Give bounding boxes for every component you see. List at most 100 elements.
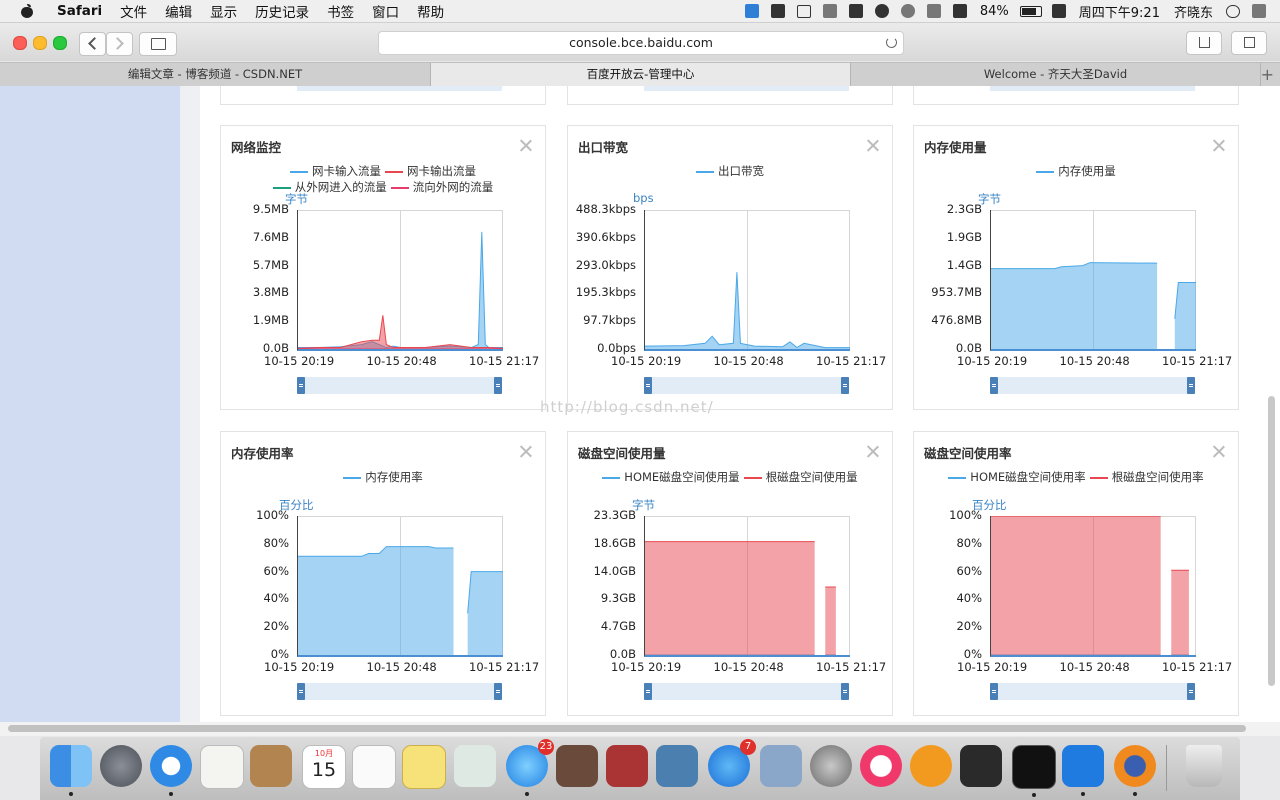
close-window-button[interactable] — [13, 36, 27, 50]
time-range-slider[interactable] — [297, 683, 502, 700]
time-range-slider[interactable] — [990, 377, 1195, 394]
expand-icon[interactable] — [1213, 446, 1224, 457]
messages-icon[interactable]: 23 — [506, 739, 554, 796]
notification-center-icon[interactable] — [1252, 4, 1266, 18]
slider-handle-end[interactable] — [1187, 683, 1195, 700]
time-range-slider[interactable] — [644, 377, 849, 394]
notes-icon[interactable] — [402, 745, 446, 789]
safari-icon[interactable] — [150, 745, 192, 796]
ibooks-icon[interactable] — [910, 745, 952, 787]
slider-handle-start[interactable] — [644, 683, 652, 700]
forward-button[interactable] — [106, 32, 133, 56]
wifi-icon[interactable] — [874, 4, 889, 18]
calendar-icon[interactable]: 10月 15 — [302, 745, 346, 789]
slider-handle-end[interactable] — [841, 683, 849, 700]
horizontal-scroll-thumb[interactable] — [8, 725, 1246, 732]
final-cut-icon[interactable] — [960, 745, 1002, 787]
battery-percent[interactable]: 84% — [980, 4, 1009, 19]
airplay-icon[interactable] — [796, 4, 811, 18]
vertical-scrollbar[interactable] — [1268, 396, 1275, 686]
chart-plot-area[interactable] — [297, 210, 503, 351]
expand-icon[interactable] — [520, 446, 531, 457]
expand-icon[interactable] — [867, 140, 878, 151]
menu-bookmarks[interactable]: 书签 — [327, 1, 354, 21]
itunes-icon[interactable] — [860, 745, 902, 787]
legend-item[interactable]: 根磁盘空间使用率 — [1089, 469, 1204, 485]
slider-handle-end[interactable] — [494, 683, 502, 700]
legend-item[interactable]: 网卡输出流量 — [385, 163, 476, 179]
menu-file[interactable]: 文件 — [120, 1, 147, 21]
tab-baidu-console[interactable]: 百度开放云-管理中心 — [431, 63, 851, 86]
time-range-slider[interactable] — [297, 377, 502, 394]
menu-view[interactable]: 显示 — [210, 1, 237, 21]
expand-icon[interactable] — [520, 140, 531, 151]
menu-window[interactable]: 窗口 — [372, 1, 399, 21]
range-slider[interactable] — [297, 86, 502, 91]
legend-item[interactable]: 内存使用量 — [1036, 163, 1116, 179]
legend-item[interactable]: HOME磁盘空间使用量 — [602, 469, 740, 485]
photo-booth-icon[interactable] — [556, 745, 598, 787]
input-method-icon[interactable] — [1051, 4, 1066, 18]
spotlight-search-icon[interactable] — [1226, 4, 1240, 18]
code-brackets-icon[interactable] — [822, 4, 837, 18]
menubar-clock[interactable]: 周四下午9:21 — [1079, 2, 1160, 21]
range-slider[interactable] — [990, 86, 1195, 91]
slider-handle-start[interactable] — [644, 377, 652, 394]
slider-handle-start[interactable] — [990, 377, 998, 394]
keyboard-icon[interactable] — [848, 4, 863, 18]
slider-handle-end[interactable] — [841, 377, 849, 394]
battery-icon[interactable] — [1019, 5, 1042, 17]
slider-handle-start[interactable] — [297, 377, 305, 394]
volume-icon[interactable] — [952, 4, 967, 18]
tab-csdn-edit[interactable]: 编辑文章 - 博客频道 - CSDN.NET — [0, 63, 431, 86]
firefox-icon[interactable] — [1114, 745, 1156, 796]
reminders-icon[interactable] — [352, 745, 396, 789]
maps-icon[interactable] — [454, 745, 496, 787]
legend-item[interactable]: 根磁盘空间使用量 — [743, 469, 858, 485]
apple-menu-icon[interactable] — [20, 4, 34, 18]
share-button[interactable] — [1186, 31, 1222, 55]
trash-icon[interactable] — [1186, 745, 1222, 787]
address-bar[interactable]: console.bce.baidu.com — [378, 31, 904, 55]
slider-handle-end[interactable] — [1187, 377, 1195, 394]
launchpad-icon[interactable] — [100, 745, 142, 787]
iphoto-icon[interactable] — [656, 745, 698, 787]
contacts-icon[interactable] — [250, 745, 292, 787]
expand-icon[interactable] — [1213, 140, 1224, 151]
menubar-user[interactable]: 齐晓东 — [1174, 2, 1213, 21]
menu-history[interactable]: 历史记录 — [255, 1, 309, 21]
bluetooth-icon[interactable] — [926, 4, 941, 18]
range-slider[interactable] — [644, 86, 849, 91]
expand-icon[interactable] — [867, 446, 878, 457]
legend-item[interactable]: 流向外网的流量 — [390, 179, 493, 195]
time-range-slider[interactable] — [990, 683, 1195, 700]
chart-plot-area[interactable] — [990, 210, 1196, 351]
app-store-icon[interactable]: 7 — [708, 739, 756, 787]
chart-plot-area[interactable] — [644, 516, 850, 657]
chart-plot-area[interactable] — [644, 210, 850, 351]
system-preferences-icon[interactable] — [810, 745, 852, 787]
time-machine-icon[interactable] — [900, 4, 915, 18]
reload-icon[interactable] — [886, 37, 897, 48]
horizontal-scrollbar[interactable] — [0, 722, 1280, 736]
textedit-icon[interactable] — [200, 745, 244, 789]
menu-help[interactable]: 帮助 — [417, 1, 444, 21]
legend-item[interactable]: HOME磁盘空间使用率 — [948, 469, 1086, 485]
teamviewer-icon[interactable] — [1062, 745, 1104, 796]
back-button[interactable] — [79, 32, 106, 56]
slider-handle-end[interactable] — [494, 377, 502, 394]
teamviewer-status-icon[interactable] — [744, 4, 759, 18]
new-tab-button[interactable]: + — [1261, 65, 1274, 84]
sidebar-toggle-button[interactable] — [139, 32, 177, 56]
zoom-window-button[interactable] — [53, 36, 67, 50]
tab-welcome[interactable]: Welcome - 齐天大圣David — [851, 63, 1261, 86]
preview-icon[interactable] — [760, 745, 802, 787]
minimize-window-button[interactable] — [33, 36, 47, 50]
show-tabs-button[interactable] — [1231, 31, 1267, 55]
chart-plot-area[interactable] — [990, 516, 1196, 657]
chart-plot-area[interactable] — [297, 516, 503, 657]
legend-item[interactable]: 内存使用率 — [343, 469, 423, 485]
slider-handle-start[interactable] — [297, 683, 305, 700]
time-range-slider[interactable] — [644, 683, 849, 700]
app-menu[interactable]: Safari — [57, 3, 102, 19]
